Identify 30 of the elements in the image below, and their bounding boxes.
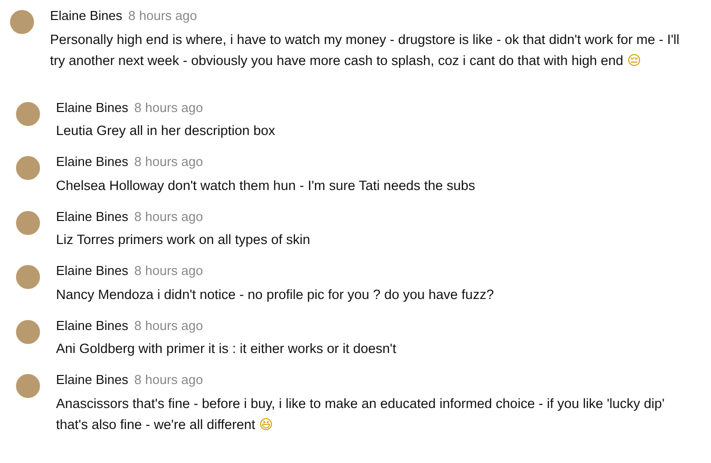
timestamp[interactable]: 8 hours ago — [134, 261, 203, 280]
timestamp[interactable]: 8 hours ago — [134, 98, 203, 117]
emoji: 😔 — [627, 52, 642, 68]
author-name[interactable]: Elaine Bines — [56, 152, 128, 172]
avatar[interactable] — [16, 102, 40, 126]
timestamp[interactable]: 8 hours ago — [134, 152, 203, 172]
comment-text: Nancy Mendoza i didn't notice - no profile pic for you ? do you have fuzz? — [56, 286, 495, 304]
timestamp[interactable]: 8 hours ago — [134, 206, 203, 226]
avatar[interactable] — [16, 265, 40, 289]
author-name[interactable]: Elaine Bines — [50, 6, 122, 26]
comment-text: Liz Torres primers work on all types of skin — [56, 231, 312, 249]
author-name[interactable]: Elaine Bines — [56, 370, 128, 390]
comment-text: Anascissors that's fine - before i buy, i like to make an educated informed choice - if you like 'lucky dip' that's also fine - we're all different 😆 — [56, 394, 666, 434]
timestamp[interactable]: 8 hours ago — [128, 6, 197, 26]
avatar[interactable] — [16, 320, 40, 344]
comment-text: Personally high end is where, i have to watch my money - drugstore is like - ok that didn't work for me - I'll try another next week - obviously you have more cash to splash, coz i cant do that with high end 😔 — [50, 30, 680, 70]
avatar[interactable] — [16, 210, 40, 234]
author-name[interactable]: Elaine Bines — [56, 316, 128, 335]
comment-text: Ani Goldberg with primer it is : it either works or it doesn't — [56, 340, 398, 358]
author-name[interactable]: Elaine Bines — [56, 206, 128, 226]
avatar[interactable] — [16, 374, 40, 398]
author-name[interactable]: Elaine Bines — [56, 261, 128, 280]
timestamp[interactable]: 8 hours ago — [134, 316, 203, 335]
comment-text: Leutia Grey all in her description box — [56, 122, 276, 140]
timestamp[interactable]: 8 hours ago — [134, 370, 203, 390]
emoji: 😆 — [259, 416, 274, 432]
author-name[interactable]: Elaine Bines — [56, 98, 128, 117]
comment-text: Chelsea Holloway don't watch them hun - I'm sure Tati needs the subs — [56, 176, 476, 195]
avatar[interactable] — [10, 10, 34, 34]
avatar[interactable] — [16, 156, 40, 180]
